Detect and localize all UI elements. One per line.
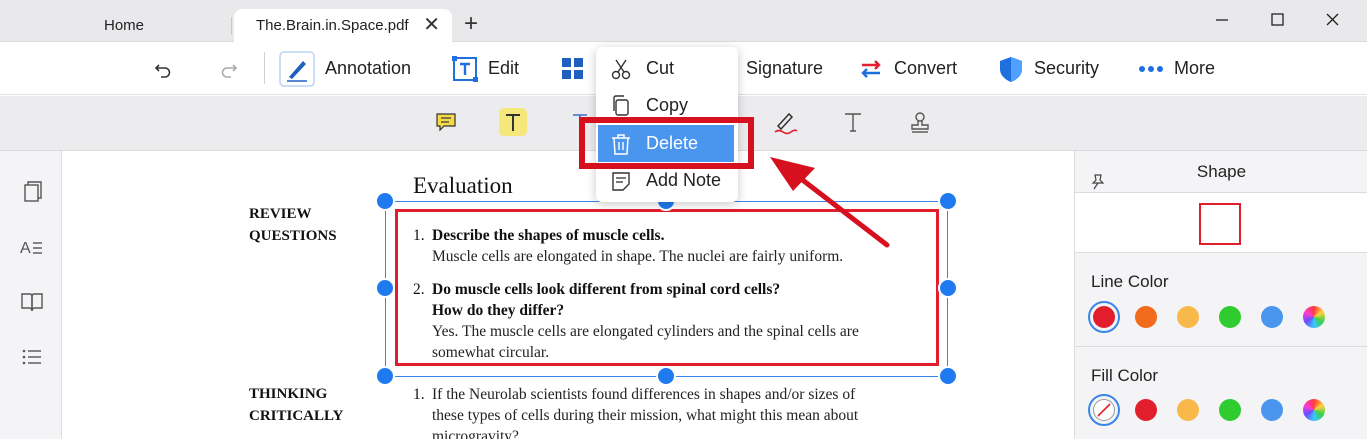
pointer-arrow-icon bbox=[770, 157, 890, 248]
